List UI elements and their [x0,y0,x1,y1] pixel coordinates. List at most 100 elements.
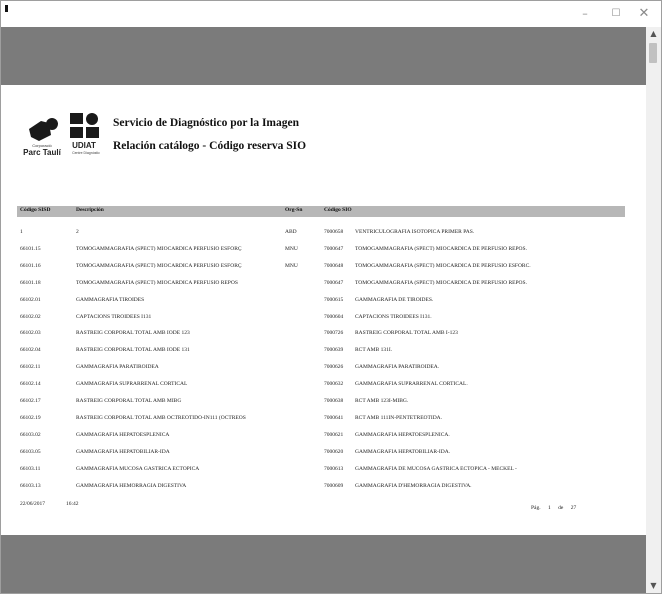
row-sio-description: GAMMAGRAFIA DE MUCOSA GASTRICA ECTOPICA … [355,465,517,472]
row-code: 66103.13 [20,482,41,489]
row-sio-description: GAMMAGRAFIA HEPATOBILIAR-IDA. [355,448,451,455]
row-code: 66102.01 [20,296,41,303]
row-sio-description: GAMMAGRAFIA HEPATOESPLENICA. [355,431,450,438]
row-sio-code: 7000609 [324,482,344,489]
table-row: 66102.11 GAMMAGRAFIA PARATIROIDEA 7000626 G… [1,364,646,374]
row-sio-code: 7000632 [324,381,344,388]
row-code: 66103.02 [20,431,41,438]
table-row: 66102.02 CAPTACIONS TIROIDEES I131 7000604… [1,314,646,324]
report-title: Servicio de Diagnóstico por la Imagen [113,117,300,129]
row-sio-description: GAMMAGRAFIA D'HEMORRAGIA DIGESTIVA. [355,482,472,489]
column-header-description: Descripción [76,207,104,213]
footer-page-label: Pág. [531,505,541,511]
row-code: 1 [20,229,23,235]
row-description: RASTREIG CORPORAL TOTAL AMB IODE 123 [76,330,190,337]
row-code: 66102.17 [20,398,41,404]
row-description: GAMMAGRAFIA HEMORRAGIA DIGESTIVA [76,482,187,489]
row-sio-description: GAMMAGRAFIA PARATIROIDEA. [355,364,440,371]
row-description: CAPTACIONS TIROIDEES I131 [76,313,152,320]
row-sio-code: 7000641 [324,414,344,421]
report-viewer-window: – ☐ ✕ ▲ ▼ Corporació Parc Taulí UDIAT Ce… [0,0,662,594]
row-code: 66101.18 [20,279,41,286]
row-sio-description: RCT AMB 123I-MIBG. [355,398,409,404]
row-sio-code: 7000626 [324,364,344,371]
row-sio-code: 7000604 [324,313,344,320]
table-row: 66101.16 TOMOGAMMAGRAFIA (SPECT) MIOCARDI… [1,263,646,273]
table-row: 66102.14 GAMMAGRAFIA SUPRARRENAL CORTICAL… [1,381,646,391]
row-sio-code: 7000648 [324,262,344,269]
table-row: 66103.02 GAMMAGRAFIA HEPATOESPLENICA 70006… [1,432,646,442]
row-code: 66103.11 [20,465,41,472]
row-sio-code: 7000647 [324,279,344,286]
row-description: TOMOGAMMAGRAFIA (SPECT) MIOCARDICA PERFU… [76,279,238,286]
table-row: 66103.11 GAMMAGRAFIA MUCOSA GASTRICA ECTO… [1,466,646,476]
row-code: 66102.02 [20,313,41,320]
column-header-org: Org-Sn [285,207,303,213]
udiat-logo-caption: Centre Diagnòstic [72,151,100,155]
row-org: MNU [285,245,298,252]
footer-page-total: 27 [570,505,577,511]
row-code: 66103.05 [20,448,41,455]
row-code: 66102.14 [20,381,41,388]
parc-tauli-logo-name: Parc Taulí [23,148,61,157]
footer-page-current: 1 [548,505,551,511]
row-sio-code: 7000647 [324,245,344,252]
footer-time: 16:42 [66,501,79,507]
row-sio-description: TOMOGAMMAGRAFIA (SPECT) MIOCARDICA DE PE… [355,279,527,286]
footer-page-of: de [558,505,564,511]
scroll-down-arrow-icon[interactable]: ▼ [646,579,661,593]
close-button[interactable]: ✕ [633,5,655,23]
row-sio-description: VENTRICULOGRAFIA ISOTOPICA PRIMER PAS. [355,229,475,235]
row-description: GAMMAGRAFIA HEPATOBILIAR-IDA [76,448,170,455]
row-code: 66102.04 [20,347,41,354]
table-row: 66102.04 RASTREIG CORPORAL TOTAL AMB IODE… [1,347,646,357]
row-sio-code: 7000638 [324,398,344,404]
row-description: 2 [76,229,79,235]
row-description: GAMMAGRAFIA MUCOSA GASTRICA ECTOPICA [76,465,200,472]
row-sio-description: GAMMAGRAFIA SUPRARRENAL CORTICAL. [355,381,468,388]
maximize-button[interactable]: ☐ [605,5,627,23]
row-sio-description: CAPTACIONS TIROIDEES I131. [355,313,432,320]
row-sio-description: RCT AMB 131I. [355,347,393,354]
udiat-logo-mark [70,113,99,138]
table-row: 1 2 ABD 7000658 VENTRICULOGRAFIA ISOTOPICA P… [1,229,646,239]
row-sio-description: TOMOGAMMAGRAFIA (SPECT) MIOCARDICA DE PE… [355,245,527,252]
report-subtitle: Relación catálogo - Código reserva SIO [113,140,307,152]
table-row: 66101.18 TOMOGAMMAGRAFIA (SPECT) MIOCARDI… [1,280,646,290]
row-sio-code: 7000613 [324,465,344,472]
row-code: 66101.15 [20,245,41,252]
scroll-up-arrow-icon[interactable]: ▲ [646,27,661,41]
row-description: GAMMAGRAFIA SUPRARRENAL CORTICAL [76,381,188,388]
row-sio-code: 7000726 [324,330,344,337]
row-sio-code: 7000621 [324,431,344,438]
row-description: TOMOGAMMAGRAFIA (SPECT) MIOCARDICA PERFU… [76,245,242,252]
table-row: 66101.15 TOMOGAMMAGRAFIA (SPECT) MIOCARDI… [1,246,646,256]
row-description: RASTREIG CORPORAL TOTAL AMB IODE 131 [76,347,190,354]
scroll-thumb[interactable] [649,43,657,63]
row-org: MNU [285,262,298,269]
row-sio-code: 7000615 [324,296,344,303]
column-header-sio-code: Código SIO [324,207,352,213]
row-sio-code: 7000620 [324,448,344,455]
row-code: 66102.11 [20,364,41,371]
row-sio-code: 7000639 [324,347,344,354]
minimize-button[interactable]: – [574,5,596,23]
table-row: 66102.03 RASTREIG CORPORAL TOTAL AMB IODE… [1,330,646,340]
table-row: 66103.05 GAMMAGRAFIA HEPATOBILIAR-IDA 7000… [1,449,646,459]
parc-tauli-logo-mark [29,118,58,141]
row-sio-description: RCT AMB 111IN-PENTETREOTIDA. [355,414,443,421]
row-sio-description: RASTREIG CORPORAL TOTAL AMB I-123 [355,330,458,337]
row-description: RASTREIG CORPORAL TOTAL AMB MIBG [76,398,182,404]
row-description: TOMOGAMMAGRAFIA (SPECT) MIOCARDICA PERFU… [76,262,242,269]
row-code: 66102.03 [20,330,41,337]
table-row: 66103.13 GAMMAGRAFIA HEMORRAGIA DIGESTIVA… [1,483,646,493]
row-description: GAMMAGRAFIA TIROIDES [76,296,145,303]
udiat-logo-name: UDIAT [72,141,96,150]
footer-page-indicator: Pág. 1 de 27 [531,505,582,511]
row-description: GAMMAGRAFIA PARATIROIDEA [76,364,159,371]
vertical-scrollbar[interactable]: ▲ ▼ [646,27,661,593]
table-row: 66102.01 GAMMAGRAFIA TIROIDES 7000615 GAMMA… [1,297,646,307]
app-icon [5,5,8,12]
row-sio-description: GAMMAGRAFIA DE TIROIDES. [355,296,434,303]
row-sio-description: TOMOGAMMAGRAFIA (SPECT) MIOCARDICA DE PE… [355,262,531,269]
